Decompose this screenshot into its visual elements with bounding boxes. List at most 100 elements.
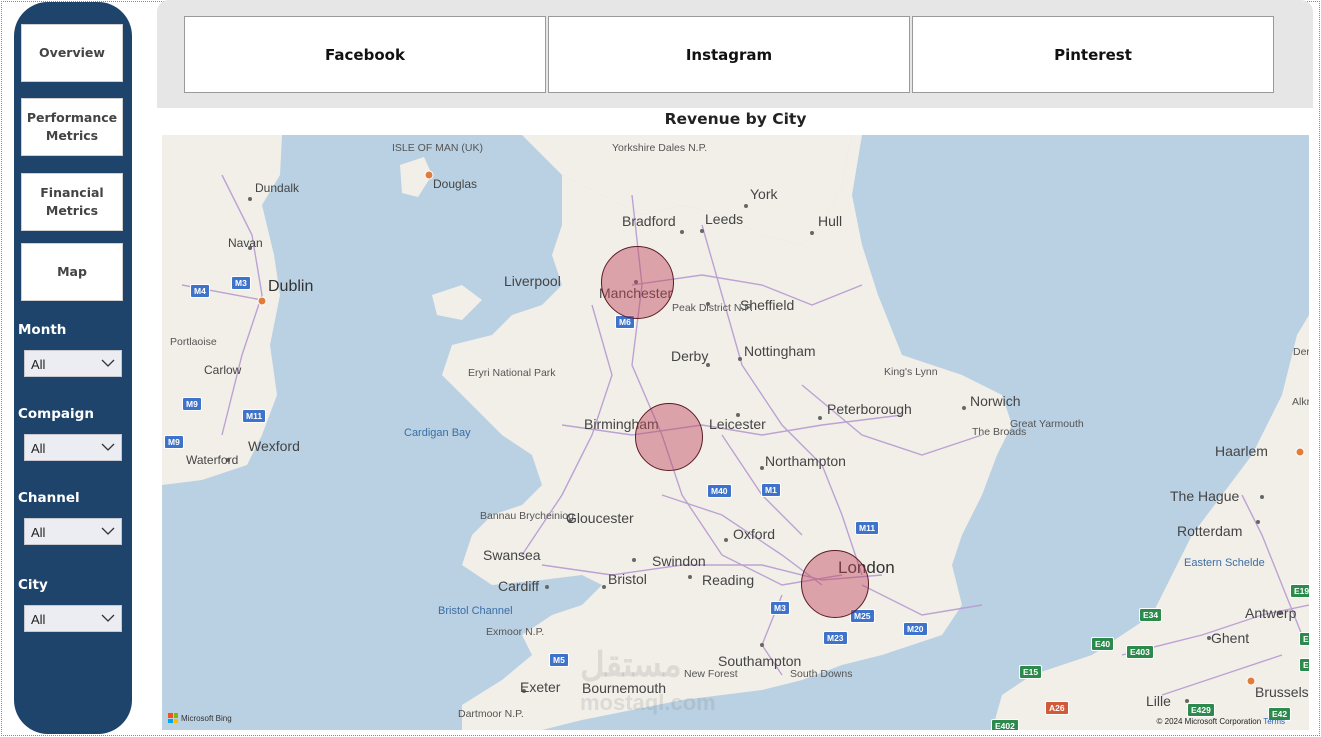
map-label-alk: Alkr (1292, 396, 1309, 408)
road-shield-m40: M40 (707, 484, 732, 498)
map-label-bristol: Bristol (608, 571, 647, 587)
microsoft-logo-icon (168, 713, 178, 723)
map-label-exmoor: Exmoor N.P. (486, 626, 545, 638)
map-label-dundalk: Dundalk (255, 181, 300, 195)
map-label-new-forest: New Forest (684, 668, 738, 680)
map-label-the-hague: The Hague (1170, 488, 1240, 504)
road-shield-m11: M11 (855, 521, 880, 535)
sidebar: Overview Performance Metrics Financial M… (14, 2, 132, 734)
road-shield-e40: E40 (1091, 637, 1115, 651)
channel-slicer-label: Channel (18, 490, 80, 506)
map-label-peak-district: Peak District N.P. (672, 302, 753, 314)
map-label-gloucester: Gloucester (566, 510, 634, 526)
city-slicer-dropdown[interactable]: All (24, 605, 122, 632)
bing-logo: Microsoft Bing (168, 713, 232, 723)
channel-slicer-dropdown[interactable]: All (24, 518, 122, 545)
tab-facebook[interactable]: Facebook (184, 16, 546, 93)
month-slicer-label: Month (18, 322, 67, 338)
revenue-bubble-london[interactable] (801, 550, 869, 618)
chevron-down-icon (101, 614, 115, 622)
road-shield-m9: M9 (182, 397, 202, 411)
road-shield-e429: E429 (1187, 703, 1215, 717)
map-label-leeds: Leeds (705, 211, 744, 227)
nav-performance-metrics-button[interactable]: Performance Metrics (21, 98, 123, 156)
map-label-south-downs: South Downs (790, 668, 853, 680)
chevron-down-icon (101, 443, 115, 451)
nav-financial-metrics-button[interactable]: Financial Metrics (21, 173, 123, 231)
city-slicer-label: City (18, 577, 48, 593)
road-shield-m3: M3 (231, 276, 251, 290)
map-label-leicester: Leicester (709, 416, 766, 432)
revenue-bubble-birmingham[interactable] (635, 403, 703, 471)
map-label-bannau: Bannau Brycheiniog (480, 510, 574, 522)
chevron-down-icon (101, 359, 115, 367)
watermark-url: mostaql.com (580, 690, 716, 715)
road-shield-e15: E15 (1019, 665, 1043, 679)
tab-pinterest[interactable]: Pinterest (912, 16, 1274, 93)
map-label-liverpool: Liverpool (504, 273, 561, 289)
road-shield-e34: E34 (1139, 608, 1163, 622)
road-shield-m4: M4 (190, 284, 210, 298)
map-label-brussels: Brussels (1255, 684, 1309, 700)
month-slicer-dropdown[interactable]: All (24, 350, 122, 377)
attribution-text: © 2024 Microsoft Corporation (1156, 717, 1262, 726)
road-shield-m3: M3 (770, 601, 790, 615)
channel-slicer-value: All (31, 525, 46, 540)
road-shield-m23: M23 (823, 631, 848, 645)
map-label-douglas: Douglas (433, 177, 478, 191)
map-label-wexford: Wexford (248, 438, 300, 454)
map-label-lille: Lille (1146, 693, 1171, 709)
map-label-bristol-channel: Bristol Channel (438, 605, 513, 617)
road-shield-a26: A26 (1045, 701, 1069, 715)
map-label-eastern-schelde: Eastern Schelde (1184, 557, 1265, 569)
road-shield-m1: M1 (761, 483, 781, 497)
campaign-slicer-dropdown[interactable]: All (24, 434, 122, 461)
month-slicer-value: All (31, 357, 46, 372)
watermark-logo: مستقل (580, 646, 682, 684)
map-label-antwerp: Antwerp (1245, 605, 1297, 621)
map-label-waterford: Waterford (186, 453, 239, 467)
map-label-dublin: Dublin (268, 278, 314, 295)
map-label-southampton: Southampton (718, 653, 802, 669)
map-title: Revenue by City (664, 110, 807, 128)
road-shield-e17: E17 (1299, 632, 1309, 646)
road-shield-m9: M9 (164, 435, 184, 449)
map-label-derby: Derby (671, 348, 709, 364)
map-label-york: York (750, 186, 778, 202)
map-label-cardiff: Cardiff (498, 578, 539, 594)
campaign-slicer-value: All (31, 441, 46, 456)
map-label-yorkshire-dales: Yorkshire Dales N.P. (612, 142, 708, 154)
road-shield-m11: M11 (242, 409, 267, 423)
map-label-oxford: Oxford (733, 526, 776, 542)
road-shield-e19: E19 (1290, 584, 1309, 598)
terms-link[interactable]: Terms (1263, 717, 1285, 726)
nav-overview-button[interactable]: Overview (21, 24, 123, 82)
revenue-map[interactable]: ISLE OF MAN (UK) Douglas Yorkshire Dales… (162, 135, 1309, 730)
map-label-ghent: Ghent (1211, 630, 1250, 646)
map-label-hull: Hull (818, 213, 843, 229)
map-label-exeter: Exeter (520, 679, 561, 695)
road-shield-e314: E314 (1299, 658, 1309, 672)
revenue-bubble-manchester[interactable] (601, 246, 674, 319)
campaign-slicer-label: Compaign (18, 406, 94, 422)
map-label-den: Der (1293, 346, 1309, 358)
map-label-swansea: Swansea (483, 547, 541, 563)
map-label-the-broads: The Broads (972, 426, 1027, 438)
road-shield-m20: M20 (903, 622, 928, 636)
nav-map-button[interactable]: Map (21, 243, 123, 301)
map-label-cardigan-bay: Cardigan Bay (404, 427, 471, 439)
road-shield-e403: E403 (1126, 645, 1154, 659)
map-label-norwich: Norwich (970, 393, 1021, 409)
map-label-nottingham: Nottingham (744, 343, 816, 359)
chevron-down-icon (101, 527, 115, 535)
map-label-peterborough: Peterborough (827, 401, 912, 417)
tab-instagram[interactable]: Instagram (548, 16, 910, 93)
bing-label: Microsoft Bing (181, 713, 232, 723)
city-slicer-value: All (31, 612, 46, 627)
map-label-rotterdam: Rotterdam (1177, 523, 1243, 539)
road-shield-m5: M5 (549, 653, 569, 667)
map-label-reading: Reading (702, 572, 755, 588)
map-label-navan: Navan (228, 236, 263, 250)
map-label-carlow: Carlow (204, 363, 242, 377)
map-attribution: © 2024 Microsoft Corporation Terms (1157, 717, 1285, 726)
